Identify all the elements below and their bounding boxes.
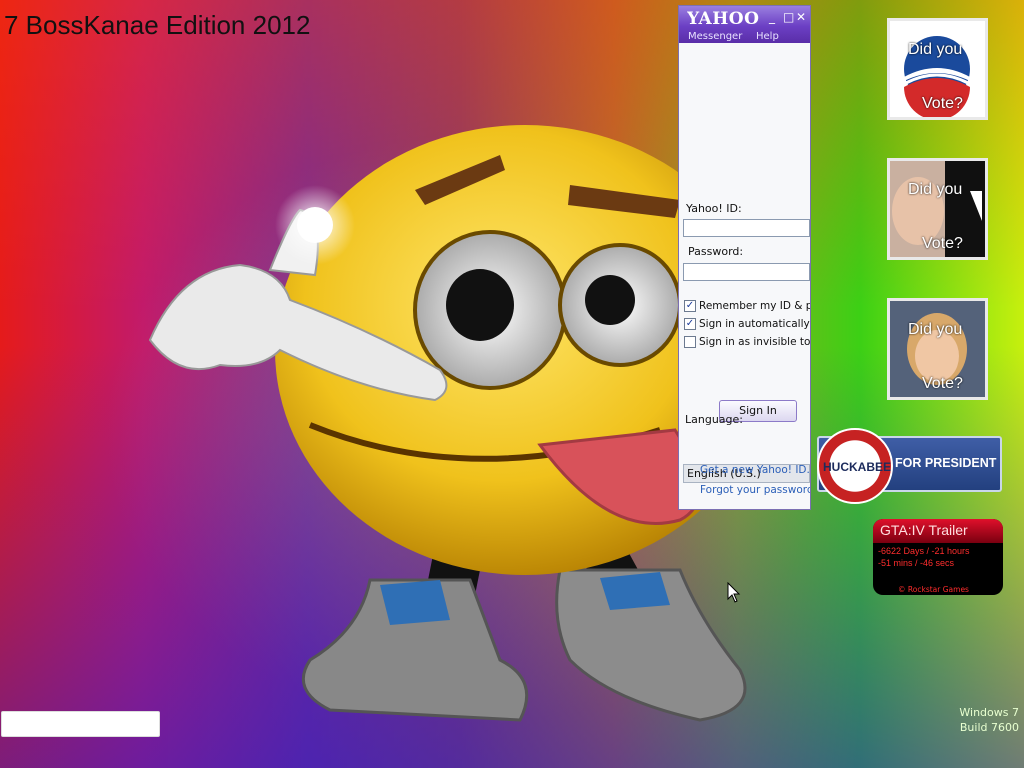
menu-help[interactable]: Help	[756, 31, 779, 42]
desktop-search-input[interactable]	[1, 711, 160, 737]
gta-countdown-widget[interactable]: GTA:IV Trailer -6622 Days / -21 hours -5…	[873, 519, 1003, 595]
watermark-line-1: Windows 7	[959, 706, 1019, 719]
close-button[interactable]: ✕	[796, 10, 806, 24]
maximize-button[interactable]: □	[783, 10, 794, 24]
yahoo-menu-bar: Messenger Help	[679, 31, 810, 43]
desktop-title: 7 BossKanae Edition 2012	[4, 10, 311, 40]
invisible-checkbox-label: Sign in as invisible to everyone	[699, 336, 810, 348]
huckabee-name: HUCKABEE	[823, 460, 892, 474]
password-label: Password:	[688, 245, 744, 258]
yahoo-logo: YAHOO!	[687, 9, 759, 29]
minimize-button[interactable]: _	[769, 10, 775, 24]
yahoo-titlebar[interactable]: YAHOO! _ □ ✕ Messenger Help	[679, 6, 810, 43]
tile-2-caption-bottom: Vote?	[922, 235, 963, 252]
gta-countdown-line-2: -51 mins / -46 secs	[878, 558, 955, 568]
yahoo-messenger-window: YAHOO! _ □ ✕ Messenger Help Yahoo! ID: P…	[678, 5, 811, 510]
yahoo-id-input[interactable]	[683, 219, 810, 237]
yahoo-login-panel: Yahoo! ID: Password: ✓ Remember my ID & …	[679, 43, 810, 509]
language-label: Language:	[685, 413, 743, 426]
menu-messenger[interactable]: Messenger	[688, 31, 742, 42]
remember-checkbox-label: Remember my ID & password	[699, 300, 810, 312]
tile-1-caption-bottom: Vote?	[922, 95, 963, 112]
yahoo-id-label: Yahoo! ID:	[686, 202, 742, 215]
forgot-password-link[interactable]: Forgot your password?	[700, 484, 810, 496]
vote-tile-2[interactable]: Did you Vote?	[887, 158, 988, 260]
huckabee-slogan: FOR PRESIDENT	[895, 456, 997, 470]
watermark-line-2: Build 7600	[959, 721, 1019, 734]
tile-3-caption-top: Did you	[908, 321, 963, 338]
gta-countdown-line-1: -6622 Days / -21 hours	[878, 546, 970, 556]
mouse-pointer-icon	[727, 582, 741, 603]
huckabee-badge[interactable]: HUCKABEE FOR PRESIDENT	[817, 428, 1002, 504]
os-build-watermark: Windows 7 Build 7600	[959, 705, 1019, 735]
tile-3-caption-bottom: Vote?	[922, 375, 963, 392]
vote-tile-1[interactable]: Did you Vote?	[887, 18, 988, 120]
tile-1-caption-top: Did you	[908, 41, 963, 58]
gta-title: GTA:IV Trailer	[880, 522, 968, 538]
auto-signin-checkbox-label: Sign in automatically	[699, 318, 810, 330]
new-id-link[interactable]: Get a new Yahoo! ID...	[700, 464, 810, 476]
gta-copyright: © Rockstar Games	[898, 585, 969, 594]
auto-signin-checkbox[interactable]: ✓	[684, 318, 696, 330]
remember-checkbox[interactable]: ✓	[684, 300, 696, 312]
tile-2-caption-top: Did you	[908, 181, 963, 198]
password-input[interactable]	[683, 263, 810, 281]
vote-tile-3[interactable]: Did you Vote?	[887, 298, 988, 400]
invisible-checkbox[interactable]	[684, 336, 696, 348]
